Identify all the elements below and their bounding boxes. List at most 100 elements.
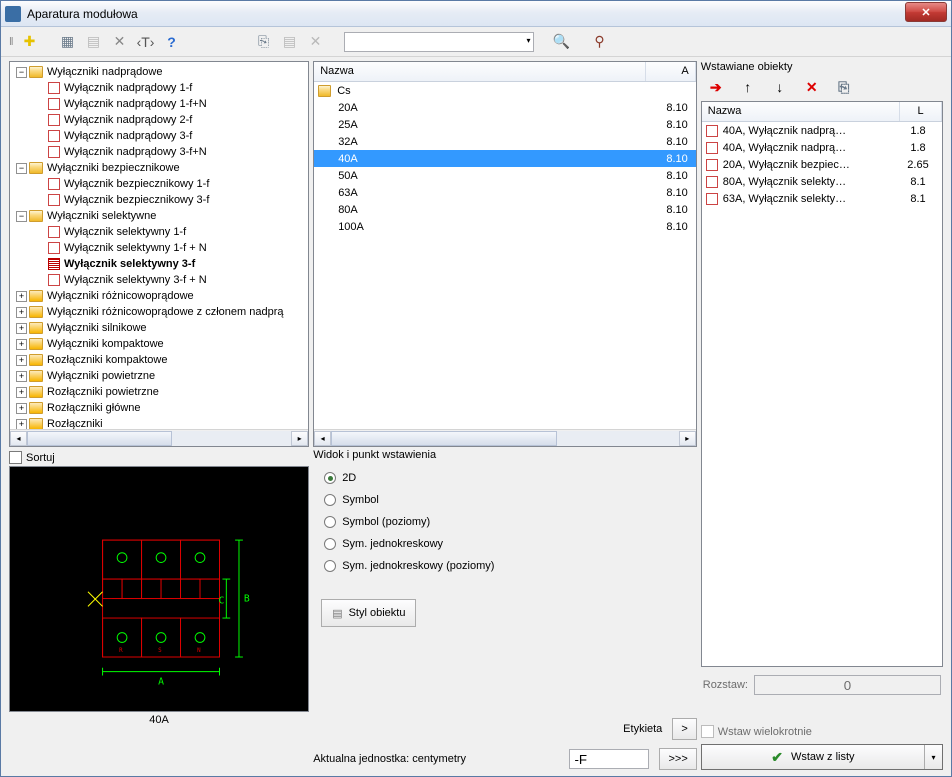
expand-icon[interactable]: + (16, 419, 27, 430)
item-list-body[interactable]: Cs20A8.1025A8.1032A8.1040A8.1050A8.1063A… (314, 82, 696, 429)
expand-icon[interactable]: + (16, 403, 27, 414)
object-row[interactable]: 20A, Wyłącznik bezpiec…2.65 (702, 156, 942, 173)
scroll-left-icon[interactable]: ◂ (314, 431, 331, 446)
arrow-down-icon[interactable]: ↓ (771, 79, 789, 95)
tree-item[interactable]: +Wyłączniki powietrzne (10, 368, 308, 384)
wstaw-wielokrotnie-checkbox[interactable] (701, 725, 714, 738)
copy-icon[interactable]: ⎘ (254, 32, 274, 52)
paste-icon[interactable]: ▤ (280, 32, 300, 52)
delete-icon[interactable]: ✕ (803, 79, 821, 95)
etykieta-button[interactable]: > (672, 718, 696, 740)
expand-icon[interactable]: + (16, 371, 27, 382)
list-icon[interactable]: ▤ (84, 32, 104, 52)
arrow-right-icon[interactable]: ➔ (707, 79, 725, 95)
tree-item[interactable]: +Wyłączniki silnikowe (10, 320, 308, 336)
more-button[interactable]: >>> (659, 748, 696, 770)
delete-icon[interactable]: ✕ (306, 32, 326, 52)
radio-icon[interactable] (324, 516, 336, 528)
list-item[interactable]: 50A8.10 (314, 167, 696, 184)
view-option[interactable]: Symbol (324, 494, 686, 506)
list-item[interactable]: 40A8.10 (314, 150, 696, 167)
tree-item[interactable]: +Rozłączniki główne (10, 400, 308, 416)
collapse-icon[interactable]: − (16, 163, 27, 174)
tree-item[interactable]: Wyłącznik selektywny 3-f (10, 256, 308, 272)
view-option[interactable]: Symbol (poziomy) (324, 516, 686, 528)
tree-item[interactable]: Wyłącznik bezpiecznikowy 3-f (10, 192, 308, 208)
scroll-left-icon[interactable]: ◂ (10, 431, 27, 446)
search-icon[interactable]: 🔍 (552, 32, 572, 52)
tree-item[interactable]: Wyłącznik nadprądowy 1-f (10, 80, 308, 96)
expand-icon[interactable]: + (16, 291, 27, 302)
tree-item[interactable]: Wyłącznik selektywny 3-f + N (10, 272, 308, 288)
expand-icon[interactable]: + (16, 307, 27, 318)
copy-icon[interactable]: ⎘ (835, 79, 853, 95)
list-item[interactable]: 25A8.10 (314, 116, 696, 133)
tree-item[interactable]: +Wyłączniki różnicowoprądowe z członem n… (10, 304, 308, 320)
radio-icon[interactable] (324, 494, 336, 506)
view-option[interactable]: Sym. jednokreskowy (324, 538, 686, 550)
expand-icon[interactable]: + (16, 387, 27, 398)
tree-item[interactable]: +Rozłączniki (10, 416, 308, 429)
objects-list-body[interactable]: 40A, Wyłącznik nadprą…1.840A, Wyłącznik … (702, 122, 942, 666)
tree-item[interactable]: Wyłącznik nadprądowy 2-f (10, 112, 308, 128)
sortuj-checkbox[interactable] (9, 451, 22, 464)
col-a-header[interactable]: A (646, 62, 696, 81)
object-row[interactable]: 40A, Wyłącznik nadprą…1.8 (702, 139, 942, 156)
style-object-button[interactable]: ▤ Styl obiektu (321, 599, 416, 627)
obj-col-name[interactable]: Nazwa (702, 102, 900, 121)
tools-icon[interactable]: ✕ (110, 32, 130, 52)
list-item[interactable]: 80A8.10 (314, 201, 696, 218)
tree-item[interactable]: Wyłącznik bezpiecznikowy 1-f (10, 176, 308, 192)
arrow-up-icon[interactable]: ↑ (739, 79, 757, 95)
expand-icon[interactable]: + (16, 339, 27, 350)
insert-dropdown-icon[interactable]: ▾ (924, 745, 942, 769)
etykieta-input[interactable] (569, 749, 649, 769)
list-folder-row[interactable]: Cs (314, 82, 696, 99)
list-item[interactable]: 63A8.10 (314, 184, 696, 201)
scroll-right-icon[interactable]: ▸ (679, 431, 696, 446)
tree-item[interactable]: +Rozłączniki powietrzne (10, 384, 308, 400)
add-button[interactable]: ✚ (20, 32, 40, 52)
object-row[interactable]: 80A, Wyłącznik selekty…8.1 (702, 173, 942, 190)
collapse-icon[interactable]: − (16, 67, 27, 78)
view-option[interactable]: Sym. jednokreskowy (poziomy) (324, 560, 686, 572)
expand-icon[interactable]: + (16, 323, 27, 334)
tree-item[interactable]: Wyłącznik selektywny 1-f + N (10, 240, 308, 256)
insert-from-list-button[interactable]: ✔ Wstaw z listy ▾ (701, 744, 943, 770)
tree-item[interactable]: −Wyłączniki nadprądowe (10, 64, 308, 80)
tree-item[interactable]: +Wyłączniki różnicowoprądowe (10, 288, 308, 304)
list-hscrollbar[interactable]: ◂ ▸ (314, 429, 696, 446)
find-icon[interactable]: ⚲ (590, 32, 610, 52)
main-toolbar: ‖ ✚ ▦ ▤ ✕ ‹T› ? ⎘ ▤ ✕ ▾ 🔍 ⚲ (1, 27, 951, 57)
help-icon[interactable]: ? (162, 32, 182, 52)
grid-icon[interactable]: ▦ (58, 32, 78, 52)
close-button[interactable]: ✕ (905, 2, 947, 22)
chevron-down-icon[interactable]: ▾ (527, 36, 531, 45)
obj-col-l[interactable]: L (900, 102, 942, 121)
search-input[interactable] (344, 32, 534, 52)
tree-body[interactable]: −Wyłączniki nadprądoweWyłącznik nadprądo… (10, 62, 308, 429)
collapse-icon[interactable]: − (16, 211, 27, 222)
list-item[interactable]: 32A8.10 (314, 133, 696, 150)
tree-item[interactable]: −Wyłączniki selektywne (10, 208, 308, 224)
tree-item[interactable]: +Rozłączniki kompaktowe (10, 352, 308, 368)
tree-item[interactable]: Wyłącznik nadprądowy 3-f (10, 128, 308, 144)
object-row[interactable]: 63A, Wyłącznik selekty…8.1 (702, 190, 942, 207)
list-item[interactable]: 20A8.10 (314, 99, 696, 116)
tree-item[interactable]: Wyłącznik selektywny 1-f (10, 224, 308, 240)
radio-icon[interactable] (324, 538, 336, 550)
expand-icon[interactable]: + (16, 355, 27, 366)
col-name-header[interactable]: Nazwa (314, 62, 646, 81)
object-row[interactable]: 40A, Wyłącznik nadprą…1.8 (702, 122, 942, 139)
list-item[interactable]: 100A8.10 (314, 218, 696, 235)
tree-item[interactable]: Wyłącznik nadprądowy 3-f+N (10, 144, 308, 160)
text-icon[interactable]: ‹T› (136, 32, 156, 52)
scroll-right-icon[interactable]: ▸ (291, 431, 308, 446)
tree-hscrollbar[interactable]: ◂ ▸ (10, 429, 308, 446)
tree-item[interactable]: −Wyłączniki bezpiecznikowe (10, 160, 308, 176)
tree-item[interactable]: Wyłącznik nadprądowy 1-f+N (10, 96, 308, 112)
radio-icon[interactable] (324, 472, 336, 484)
radio-icon[interactable] (324, 560, 336, 572)
view-option[interactable]: 2D (324, 472, 686, 484)
tree-item[interactable]: +Wyłączniki kompaktowe (10, 336, 308, 352)
